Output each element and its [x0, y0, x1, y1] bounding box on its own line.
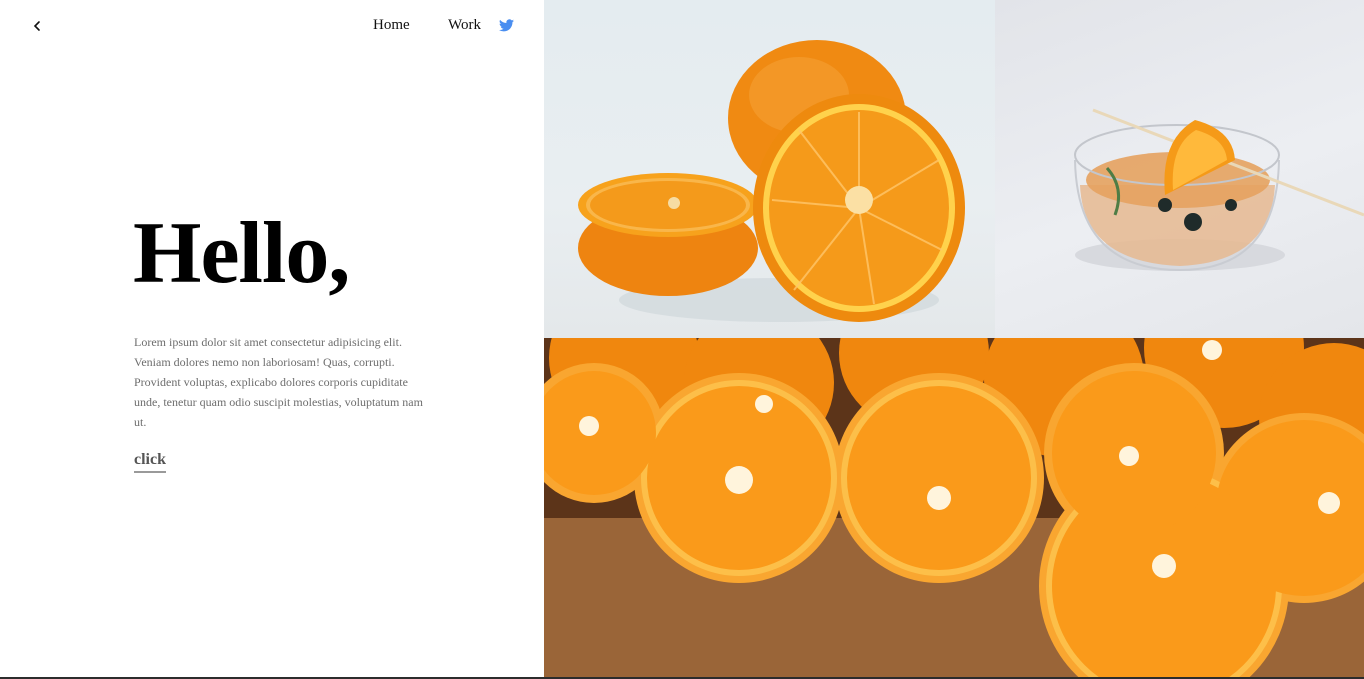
- oranges-on-board-image: [544, 338, 1364, 677]
- oranges-board-illustration: [544, 338, 1364, 677]
- left-panel: Home Work Hello, Lorem ipsum dolor sit a…: [0, 0, 544, 677]
- juice-cup-illustration: [1074, 108, 1364, 272]
- orange-halves-illustration: [578, 40, 965, 322]
- hero-title: Hello,: [133, 205, 350, 302]
- nav-work-link[interactable]: Work: [448, 17, 481, 34]
- hero-description: Lorem ipsum dolor sit amet consectetur a…: [134, 335, 423, 429]
- orange-juice-image: [995, 0, 1364, 338]
- orange-halves-image: [544, 0, 995, 338]
- twitter-icon[interactable]: [499, 19, 514, 32]
- nav-home-link[interactable]: Home: [373, 17, 410, 34]
- top-nav: Home Work: [0, 17, 544, 37]
- click-link[interactable]: click: [134, 451, 166, 473]
